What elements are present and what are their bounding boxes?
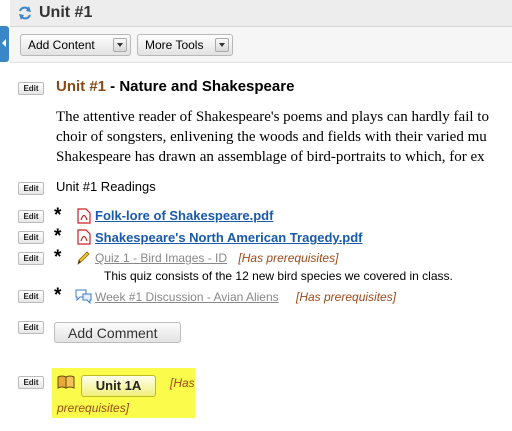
readings-label: Unit #1 Readings (56, 179, 156, 194)
left-rail (0, 0, 10, 431)
edit-button[interactable]: Edit (18, 252, 44, 265)
required-star-icon: * (54, 205, 62, 226)
list-item: Folk-lore of Shakespeare.pdf (95, 208, 273, 223)
list-item: Week #1 Discussion - Avian Aliens [Has p… (95, 290, 396, 304)
prerequisites-note: [Has (170, 376, 195, 390)
add-comment-button[interactable]: Add Comment (54, 322, 181, 343)
pdf-link-folklore[interactable]: Folk-lore of Shakespeare.pdf (95, 208, 273, 223)
discussion-link[interactable]: Week #1 Discussion - Avian Aliens (95, 290, 279, 304)
edit-button[interactable]: Edit (18, 210, 44, 223)
toolbar: Add Content More Tools (10, 27, 512, 63)
book-icon (57, 375, 75, 389)
pdf-icon (77, 208, 91, 224)
add-content-label: Add Content (28, 38, 95, 52)
more-tools-button[interactable]: More Tools (137, 34, 233, 56)
required-star-icon: * (54, 285, 62, 306)
more-tools-label: More Tools (145, 38, 204, 52)
heading-subtitle: - Nature and Shakespeare (106, 78, 295, 95)
list-item: Quiz 1 - Bird Images - ID [Has prerequis… (95, 251, 338, 265)
pencil-icon (77, 251, 90, 265)
edit-button[interactable]: Edit (18, 231, 44, 244)
pdf-link-tragedy[interactable]: Shakespeare's North American Tragedy.pdf (95, 230, 363, 245)
arrow-left-icon (2, 39, 6, 47)
edit-button[interactable]: Edit (18, 376, 44, 389)
refresh-icon[interactable] (18, 6, 32, 20)
prerequisites-note: [Has prerequisites] (238, 251, 339, 265)
pdf-icon (77, 229, 91, 245)
body-line: The attentive reader of Shakespeare's po… (56, 109, 489, 125)
edit-button[interactable]: Edit (18, 321, 44, 334)
edit-button[interactable]: Edit (18, 82, 44, 95)
add-content-button[interactable]: Add Content (20, 34, 131, 56)
required-star-icon: * (54, 226, 62, 247)
title-bar: Unit #1 (10, 0, 512, 27)
edit-button[interactable]: Edit (18, 290, 44, 303)
body-line: choir of songsters, enlivening the woods… (56, 129, 487, 145)
chevron-down-icon[interactable] (215, 38, 229, 52)
quiz-description: This quiz consists of the 12 new bird sp… (104, 269, 453, 283)
list-item: Shakespeare's North American Tragedy.pdf (95, 230, 363, 245)
heading-unit: Unit #1 (56, 78, 107, 95)
content-body: The attentive reader of Shakespeare's po… (56, 107, 512, 167)
prerequisites-note: prerequisites] (57, 401, 130, 415)
discussion-icon (75, 289, 92, 304)
content-heading: Unit #1 - Nature and Shakespeare (56, 78, 294, 95)
prerequisites-note: [Has prerequisites] (296, 290, 397, 304)
unit-1a-button[interactable]: Unit 1A (81, 375, 156, 397)
edit-button[interactable]: Edit (18, 182, 44, 195)
required-star-icon: * (54, 247, 62, 268)
page-title: Unit #1 (39, 4, 93, 21)
collapse-sidebar-tab[interactable] (0, 26, 9, 62)
quiz-link[interactable]: Quiz 1 - Bird Images - ID (95, 251, 227, 265)
chevron-down-icon[interactable] (113, 38, 127, 52)
body-line: Shakespeare has drawn an assemblage of b… (56, 149, 485, 165)
